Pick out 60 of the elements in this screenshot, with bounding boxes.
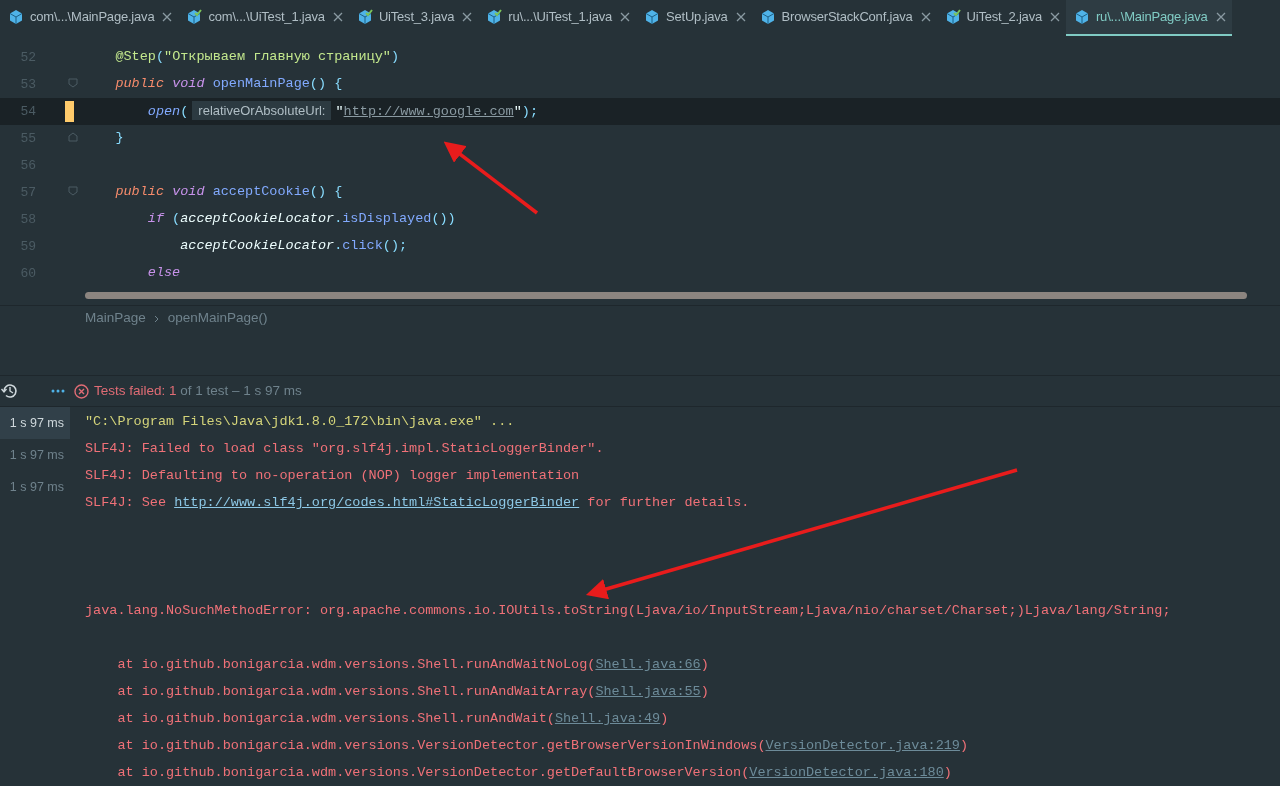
file-tab[interactable]: UiTest_3.java <box>348 0 479 36</box>
file-tab[interactable]: SetUp.java <box>636 0 752 36</box>
link[interactable]: VersionDetector.java:180 <box>749 765 944 780</box>
link[interactable]: Shell.java:49 <box>554 711 661 726</box>
link[interactable]: Shell.java:55 <box>595 684 701 699</box>
error-icon <box>74 383 89 399</box>
line-number: 54 <box>19 102 36 121</box>
breadcrumb[interactable]: MainPage <box>85 308 146 329</box>
console-line: at io.github.bonigarcia.wdm.versions.Shell.runAndWaitArray(Shell.java:55) <box>116 683 710 701</box>
cube-check-icon <box>486 9 503 25</box>
console-line: "C:\Program Files\Java\jdk1.8.0_172\bin\java.exe" ... <box>85 413 516 431</box>
breadcrumb[interactable]: openMainPage() <box>167 308 268 329</box>
close-icon[interactable] <box>920 12 931 22</box>
console-line: SLF4J: See http://www.slf4j.org/codes.html#StaticLoggerBinder for further details. <box>85 494 751 512</box>
console-line: at io.github.bonigarcia.wdm.versions.Shell.runAndWait(Shell.java:49) <box>116 710 670 728</box>
code-line: @Step("Открываем главную страницу") <box>114 48 399 67</box>
code-line: public void openMainPage() { <box>114 75 343 94</box>
cube-check-icon <box>356 9 373 25</box>
cube-icon <box>759 9 776 25</box>
close-icon[interactable] <box>1050 12 1060 22</box>
code-line: } <box>114 129 124 148</box>
test-duration[interactable]: 1 s 97 ms <box>0 439 70 471</box>
console-line: SLF4J: Defaulting to no-operation (NOP) logger implementation <box>85 467 581 485</box>
close-icon[interactable] <box>332 12 343 22</box>
code-line: else <box>146 264 181 283</box>
file-tab[interactable]: ru\...\MainPage.java <box>1066 0 1232 36</box>
code-line: open( relativeOrAbsoluteUrl: "http://www.google.com"); <box>146 100 539 122</box>
code-line: public void acceptCookie() { <box>114 183 343 202</box>
test-duration[interactable]: 1 s 97 ms <box>0 471 70 503</box>
cube-icon <box>1074 9 1090 25</box>
more-icon[interactable] <box>51 389 65 393</box>
link[interactable]: Shell.java:66 <box>595 657 701 672</box>
test-status: Tests failed: 1 of 1 test – 1 s 97 ms <box>94 381 302 400</box>
console-line: at io.github.bonigarcia.wdm.versions.VersionDetector.getBrowserVersionInWindows(VersionDetector.java:219) <box>116 737 970 755</box>
file-tab[interactable]: ru\...\UiTest_1.java <box>478 0 636 36</box>
code-line: acceptCookieLocator.click(); <box>179 237 408 256</box>
chevron-icon <box>153 314 160 323</box>
cube-icon <box>644 9 660 25</box>
scrollbar[interactable] <box>85 292 1247 299</box>
test-duration[interactable]: 1 s 97 ms <box>0 407 70 439</box>
close-icon[interactable] <box>1215 12 1226 22</box>
console-line: at io.github.bonigarcia.wdm.versions.VersionDetector.getDefaultBrowserVersion(VersionDetector.java:180) <box>116 764 953 782</box>
cube-check-icon <box>944 9 961 25</box>
file-tab[interactable]: com\...\UiTest_1.java <box>178 0 349 36</box>
console-line: at io.github.bonigarcia.wdm.versions.Shell.runAndWaitNoLog(Shell.java:66) <box>116 656 710 674</box>
close-icon[interactable] <box>462 12 473 22</box>
close-icon[interactable] <box>620 12 630 22</box>
console-line: SLF4J: Failed to load class "org.slf4j.impl.StaticLoggerBinder". <box>85 440 605 458</box>
close-icon[interactable] <box>735 12 746 22</box>
close-icon[interactable] <box>162 12 173 22</box>
code-line: if (acceptCookieLocator.isDisplayed()) <box>146 210 456 229</box>
history-icon[interactable] <box>1 382 19 400</box>
file-tab[interactable]: com\...\MainPage.java <box>0 0 179 36</box>
link[interactable]: http://www.slf4j.org/codes.html#StaticLoggerBinder <box>174 495 580 510</box>
link[interactable]: VersionDetector.java:219 <box>765 738 960 753</box>
file-tab[interactable]: BrowserStackConf.java <box>751 0 937 36</box>
console-line: java.lang.NoSuchMethodError: org.apache.commons.io.IOUtils.toString(Ljava/io/InputStream;Ljava/nio/charset/Charset;)Ljava/lang/String; <box>85 602 1172 620</box>
file-tab[interactable]: UiTest_2.java <box>936 0 1066 36</box>
cube-check-icon <box>186 9 203 25</box>
cube-icon <box>8 9 24 25</box>
